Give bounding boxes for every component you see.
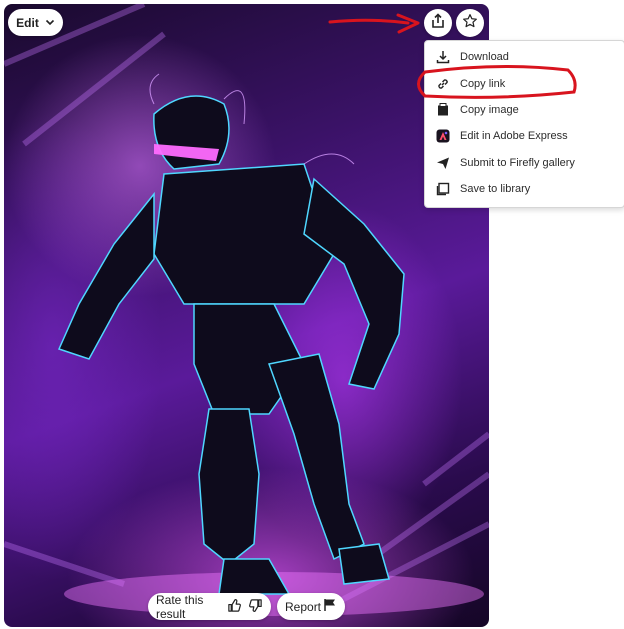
chevron-down-icon bbox=[45, 16, 55, 30]
image-icon bbox=[436, 103, 450, 117]
edit-button[interactable]: Edit bbox=[8, 9, 63, 36]
share-menu: Download Copy link Copy image Edit in Ad… bbox=[424, 40, 624, 208]
thumbs-down-icon[interactable] bbox=[248, 598, 263, 616]
menu-item-label: Submit to Firefly gallery bbox=[460, 157, 575, 169]
menu-item-label: Copy link bbox=[460, 78, 506, 90]
edit-label: Edit bbox=[16, 15, 39, 30]
menu-item-label: Edit in Adobe Express bbox=[460, 130, 568, 142]
menu-item-label: Copy image bbox=[460, 104, 519, 116]
adobe-express-icon bbox=[436, 129, 450, 143]
menu-item-edit-express[interactable]: Edit in Adobe Express bbox=[425, 123, 624, 149]
generated-image bbox=[4, 4, 489, 627]
share-icon bbox=[430, 12, 446, 34]
library-icon bbox=[436, 182, 450, 196]
report-label: Report bbox=[285, 599, 322, 614]
menu-item-label: Save to library bbox=[460, 183, 531, 195]
menu-item-download[interactable]: Download bbox=[425, 44, 624, 70]
link-icon bbox=[436, 77, 450, 91]
flag-icon bbox=[323, 598, 337, 615]
menu-item-copy-link[interactable]: Copy link bbox=[425, 71, 624, 97]
share-button[interactable] bbox=[424, 9, 452, 37]
menu-item-submit-gallery[interactable]: Submit to Firefly gallery bbox=[425, 150, 624, 176]
rate-result-control: Rate this result bbox=[148, 592, 271, 621]
send-icon bbox=[436, 156, 450, 170]
menu-item-save-library[interactable]: Save to library bbox=[425, 176, 624, 202]
robot-artwork bbox=[4, 4, 489, 616]
menu-item-label: Download bbox=[460, 51, 509, 63]
menu-item-copy-image[interactable]: Copy image bbox=[425, 97, 624, 123]
thumbs-up-icon[interactable] bbox=[227, 598, 242, 616]
favorite-button[interactable] bbox=[456, 9, 484, 37]
rate-label: Rate this result bbox=[156, 592, 204, 621]
download-icon bbox=[436, 50, 450, 64]
report-button[interactable]: Report bbox=[277, 593, 345, 620]
star-icon bbox=[462, 13, 478, 34]
